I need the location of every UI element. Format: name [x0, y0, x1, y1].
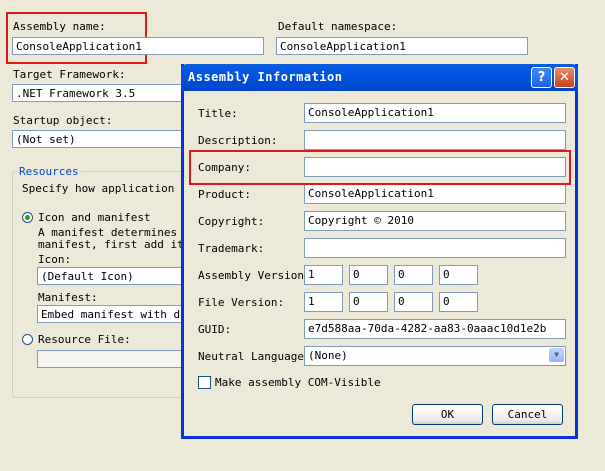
default-namespace-input[interactable]: ConsoleApplication1 [276, 37, 528, 55]
guid-label: GUID: [198, 323, 232, 336]
manifest-select[interactable]: Embed manifest with defa [37, 305, 187, 323]
neutral-language-select[interactable]: (None) ▼ [304, 346, 566, 366]
title-label: Title: [198, 107, 238, 120]
highlight-company [189, 150, 571, 185]
file-version-major[interactable]: 1 [304, 292, 343, 312]
file-version-build[interactable]: 0 [394, 292, 433, 312]
com-visible-label: Make assembly COM-Visible [215, 376, 381, 389]
startup-object-label: Startup object: [13, 114, 113, 127]
resources-description: Specify how application re [22, 182, 195, 195]
product-label: Product: [198, 188, 251, 201]
startup-object-select[interactable]: (Not set) [12, 130, 187, 148]
assembly-information-dialog: Assembly Information ? ✕ Title: ConsoleA… [181, 64, 578, 439]
assembly-version-label: Assembly Version: [198, 269, 311, 282]
resources-label: Resources [17, 165, 81, 178]
assembly-name-input[interactable]: ConsoleApplication1 [12, 37, 264, 55]
resource-file-label: Resource File: [38, 333, 131, 346]
title-input[interactable]: ConsoleApplication1 [304, 103, 566, 123]
ok-button[interactable]: OK [412, 404, 483, 425]
dialog-titlebar[interactable]: Assembly Information ? ✕ [181, 64, 578, 91]
file-version-minor[interactable]: 0 [349, 292, 388, 312]
icon-label: Icon: [38, 253, 72, 266]
target-framework-label: Target Framework: [13, 68, 126, 81]
chevron-down-icon[interactable]: ▼ [549, 348, 564, 362]
help-button[interactable]: ? [531, 67, 552, 88]
assembly-name-label: Assembly name: [13, 20, 106, 33]
manifest-info-line-2: manifest, first add it t [38, 238, 197, 251]
resource-file-input[interactable] [37, 350, 187, 368]
manifest-label: Manifest: [38, 291, 98, 304]
assembly-version-revision[interactable]: 0 [439, 265, 478, 285]
guid-input[interactable]: e7d588aa-70da-4282-aa83-0aaac10d1e2b [304, 319, 566, 339]
icon-manifest-radio[interactable] [22, 212, 33, 223]
cancel-button[interactable]: Cancel [492, 404, 563, 425]
copyright-label: Copyright: [198, 215, 265, 228]
neutral-language-label: Neutral Language: [198, 350, 311, 363]
close-button[interactable]: ✕ [554, 67, 575, 88]
icon-manifest-label: Icon and manifest [38, 211, 151, 224]
resource-file-radio[interactable] [22, 334, 33, 345]
file-version-label: File Version: [198, 296, 285, 309]
assembly-version-major[interactable]: 1 [304, 265, 343, 285]
assembly-version-build[interactable]: 0 [394, 265, 433, 285]
description-label: Description: [198, 134, 278, 147]
trademark-input[interactable] [304, 238, 566, 258]
file-version-revision[interactable]: 0 [439, 292, 478, 312]
com-visible-checkbox[interactable] [198, 376, 211, 389]
description-input[interactable] [304, 130, 566, 150]
neutral-language-value: (None) [308, 349, 348, 362]
copyright-input[interactable]: Copyright © 2010 [304, 211, 566, 231]
default-namespace-label: Default namespace: [278, 20, 398, 33]
trademark-label: Trademark: [198, 242, 265, 255]
product-input[interactable]: ConsoleApplication1 [304, 184, 566, 204]
target-framework-select[interactable]: .NET Framework 3.5 [12, 84, 187, 102]
assembly-version-minor[interactable]: 0 [349, 265, 388, 285]
icon-select[interactable]: (Default Icon) [37, 267, 187, 285]
dialog-title: Assembly Information [188, 70, 343, 84]
